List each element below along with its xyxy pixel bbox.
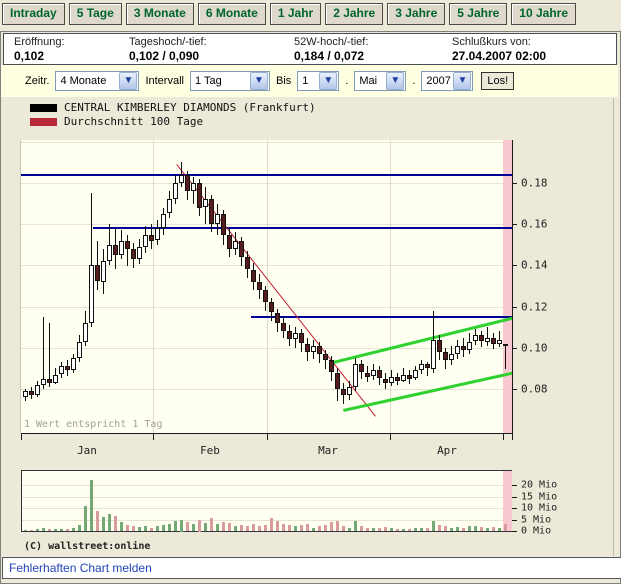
info-field-value: 27.04.2007 02:00: [452, 49, 546, 63]
tab-5-jahre[interactable]: 5 Jahre: [449, 3, 507, 25]
tab-2-jahre[interactable]: 2 Jahre: [325, 3, 383, 25]
chevron-down-icon: ▼: [250, 72, 268, 90]
tab-3-jahre[interactable]: 3 Jahre: [387, 3, 445, 25]
zeitraum-select-value: 4 Monate: [56, 75, 106, 87]
go-button[interactable]: Los!: [481, 72, 514, 90]
tab-1-jahr[interactable]: 1 Jahr: [270, 3, 321, 25]
chart-widget-window: Intraday5 Tage3 Monate6 Monate1 Jahr2 Ja…: [0, 0, 621, 584]
info-field: Schlußkurs von:27.04.2007 02:00: [442, 36, 546, 63]
month-select[interactable]: Mai ▼: [354, 71, 406, 91]
chart-controls-bar: Zeitr. 4 Monate ▼ Intervall 1 Tag ▼ Bis …: [1, 65, 618, 97]
chevron-down-icon: ▼: [386, 72, 404, 90]
legend-label: CENTRAL KIMBERLEY DIAMONDS (Frankfurt): [64, 101, 316, 114]
intervall-label: Intervall: [145, 75, 184, 87]
period-tab-row: Intraday5 Tage3 Monate6 Monate1 Jahr2 Ja…: [2, 3, 576, 25]
intervall-select[interactable]: 1 Tag ▼: [190, 71, 270, 91]
info-field-value: 0,184 / 0,072: [294, 49, 442, 63]
intervall-select-value: 1 Tag: [191, 75, 222, 87]
year-select-value: 2007: [422, 75, 450, 87]
info-field-value: 0,102 / 0,090: [129, 49, 284, 63]
tab-intraday[interactable]: Intraday: [2, 3, 65, 25]
chart-legend: CENTRAL KIMBERLEY DIAMONDS (Frankfurt)Du…: [30, 101, 316, 129]
tab-5-tage[interactable]: 5 Tage: [69, 3, 122, 25]
chevron-down-icon: ▼: [453, 72, 471, 90]
legend-label: Durchschnitt 100 Tage: [64, 115, 203, 128]
info-field-value: 0,102: [14, 49, 119, 63]
chevron-down-icon: ▼: [319, 72, 337, 90]
copyright-text: (C) wallstreet:online: [24, 541, 150, 552]
tab-3-monate[interactable]: 3 Monate: [126, 3, 194, 25]
footer-bar: Fehlerhaften Chart melden: [2, 557, 621, 579]
day-select[interactable]: 1 ▼: [297, 71, 339, 91]
report-chart-link[interactable]: Fehlerhaften Chart melden: [9, 561, 152, 575]
legend-row: Durchschnitt 100 Tage: [30, 115, 316, 128]
chevron-down-icon: ▼: [119, 72, 137, 90]
info-field: 52W-hoch/-tief:0,184 / 0,072: [284, 36, 442, 63]
info-field-label: Tageshoch/-tief:: [129, 36, 284, 48]
legend-swatch: [30, 118, 57, 126]
info-field-label: Eröffnung:: [14, 36, 119, 48]
tab-6-monate[interactable]: 6 Monate: [198, 3, 266, 25]
info-field-label: 52W-hoch/-tief:: [294, 36, 442, 48]
date-separator: .: [412, 75, 415, 87]
scale-note: 1 Wert entspricht 1 Tag: [24, 419, 162, 430]
chart-image-right-edge: [613, 98, 614, 556]
day-select-value: 1: [298, 75, 308, 87]
info-field: Eröffnung:0,102: [4, 36, 119, 63]
date-separator: .: [345, 75, 348, 87]
zeitraum-label: Zeitr.: [25, 75, 49, 87]
info-field: Tageshoch/-tief:0,102 / 0,090: [119, 36, 284, 63]
zeitraum-select[interactable]: 4 Monate ▼: [55, 71, 139, 91]
year-select[interactable]: 2007 ▼: [421, 71, 473, 91]
tab-10-jahre[interactable]: 10 Jahre: [511, 3, 576, 25]
info-field-label: Schlußkurs von:: [452, 36, 546, 48]
legend-row: CENTRAL KIMBERLEY DIAMONDS (Frankfurt): [30, 101, 316, 114]
legend-swatch: [30, 104, 57, 112]
bis-label: Bis: [276, 75, 291, 87]
month-select-value: Mai: [355, 75, 377, 87]
quote-info-bar: Eröffnung:0,102Tageshoch/-tief:0,102 / 0…: [3, 33, 617, 65]
